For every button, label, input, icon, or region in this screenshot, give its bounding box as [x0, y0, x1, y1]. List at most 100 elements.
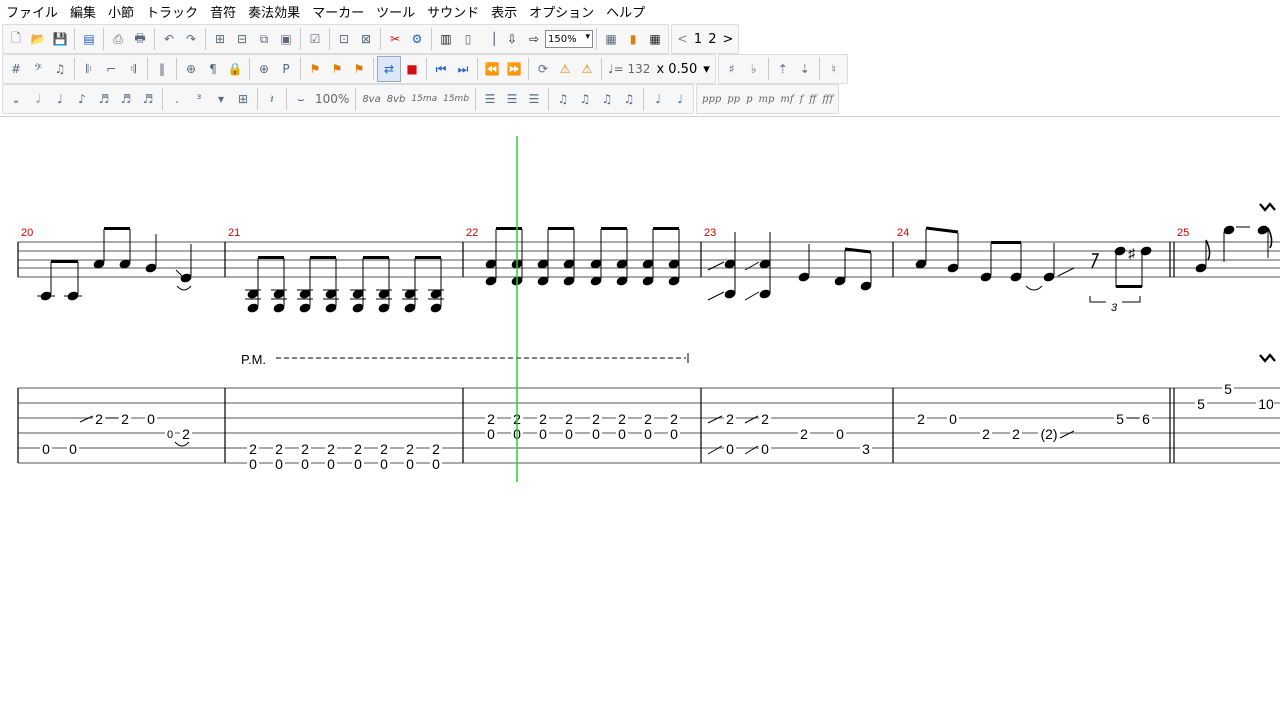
octave-up-icon[interactable]: ⇡ — [772, 57, 794, 81]
measure-25-notes[interactable] — [1195, 202, 1276, 363]
transpose-down-icon[interactable]: ♭ — [743, 57, 765, 81]
alternate-ending-icon[interactable]: ⌐ — [100, 57, 122, 81]
tab-note[interactable]: 2 — [406, 441, 414, 457]
repeat-loop-icon[interactable]: ⟳ — [532, 57, 554, 81]
paste-measure-icon[interactable]: ▣ — [275, 27, 297, 51]
menu-measure[interactable]: 小節 — [102, 2, 140, 21]
play-icon[interactable]: ⏭ — [452, 57, 474, 81]
tab-note[interactable]: 0 — [69, 441, 77, 457]
tab-view-icon[interactable]: ▦ — [600, 27, 622, 51]
new-file-icon[interactable]: 🗋 — [5, 27, 27, 51]
zoom-select[interactable]: 150% ▾ — [545, 30, 593, 48]
tab-note[interactable]: 5 — [1224, 381, 1232, 397]
tab-note[interactable]: 2 — [121, 411, 129, 427]
measure-20-notes[interactable] — [37, 227, 192, 301]
goto-start-icon[interactable]: ⏮ — [430, 57, 452, 81]
note-head[interactable] — [430, 303, 442, 313]
open-folder-icon[interactable]: 📂 — [27, 27, 49, 51]
page-view-icon[interactable]: ▥ — [435, 27, 457, 51]
menu-sound[interactable]: サウンド — [421, 2, 485, 21]
align-left-icon[interactable]: ☰ — [479, 87, 501, 111]
tab-note[interactable]: 2 — [539, 411, 547, 427]
dynamic-ff[interactable]: ff — [806, 94, 819, 105]
tab-note[interactable]: 0 — [432, 456, 440, 472]
key-signature-icon[interactable]: # — [5, 57, 27, 81]
measure-24-notes[interactable]: ♯ 3 — [915, 226, 1152, 314]
print-icon[interactable]: 🖶 — [129, 27, 151, 51]
tab-note[interactable]: 0 — [618, 426, 626, 442]
piano-keyboard-icon[interactable]: ▦ — [644, 27, 666, 51]
page-2-button[interactable]: 2 — [705, 32, 719, 47]
ottava-8va[interactable]: 8va — [359, 94, 383, 105]
insert-beat-icon[interactable]: ⊕ — [253, 57, 275, 81]
dynamic-fff[interactable]: fff — [819, 94, 836, 105]
note-head[interactable] — [299, 303, 311, 313]
tab-note[interactable]: 0 — [726, 441, 734, 457]
rest-icon[interactable]: 𝄽 — [261, 87, 283, 111]
tab-note[interactable]: 0 — [836, 426, 844, 442]
tab-measure-25[interactable]: 5 5 10 — [1195, 381, 1274, 412]
copy-measure-icon[interactable]: ⧉ — [253, 27, 275, 51]
tab-note[interactable]: 2 — [761, 411, 769, 427]
gear-icon[interactable]: ⚙ — [406, 27, 428, 51]
menu-help[interactable]: ヘルプ — [600, 2, 651, 21]
text-icon[interactable]: P — [275, 57, 297, 81]
dynamic-ppp[interactable]: ppp — [699, 94, 724, 105]
redo-icon[interactable]: ↷ — [180, 27, 202, 51]
clear-icon[interactable]: ⊠ — [355, 27, 377, 51]
beam-icon[interactable]: ♫ — [574, 87, 596, 111]
octave-down-icon[interactable]: ⇣ — [794, 57, 816, 81]
tab-note[interactable]: 2 — [95, 411, 103, 427]
tab-note[interactable]: 0 — [275, 456, 283, 472]
tab-note[interactable]: 0 — [539, 426, 547, 442]
eighth-note-icon[interactable]: ♪ — [71, 87, 93, 111]
score-svg[interactable]: 20 21 22 23 24 25 ♯ 3 P.M. 0 0 2 2 0 0 2… — [0, 117, 1280, 720]
tab-note[interactable]: 6 — [1142, 411, 1150, 427]
beam-break-icon[interactable]: ♫ — [596, 87, 618, 111]
tab-note[interactable]: 2 — [618, 411, 626, 427]
fast-forward-icon[interactable]: ⏩ — [503, 57, 525, 81]
lock-icon[interactable]: 🔒 — [224, 57, 246, 81]
tab-note[interactable]: 2 — [670, 411, 678, 427]
dynamic-f[interactable]: f — [797, 94, 807, 105]
tab-note[interactable]: 2 — [917, 411, 925, 427]
tab-note[interactable]: 2 — [726, 411, 734, 427]
measure-21-notes[interactable] — [245, 256, 444, 313]
transpose-up-icon[interactable]: ♯ — [721, 57, 743, 81]
tab-note[interactable]: 3 — [862, 441, 870, 457]
align-center-icon[interactable]: ☰ — [501, 87, 523, 111]
ottava-8vb[interactable]: 8vb — [384, 94, 409, 105]
screen-view-icon[interactable]: ▯ — [457, 27, 479, 51]
menu-note[interactable]: 音符 — [204, 2, 242, 21]
tab-note[interactable]: 0 — [354, 456, 362, 472]
speed-select[interactable]: x 0.50 — [653, 62, 700, 77]
enharmonic-icon[interactable]: ♮ — [823, 57, 845, 81]
metronome-icon[interactable]: ⚠ — [554, 57, 576, 81]
beam-group-icon[interactable]: ♫ — [618, 87, 640, 111]
menu-view[interactable]: 表示 — [485, 2, 523, 21]
menu-file[interactable]: ファイル — [0, 2, 64, 21]
menu-tools[interactable]: ツール — [370, 2, 421, 21]
tie-icon[interactable]: ⌣ — [290, 87, 312, 111]
add-measure-icon[interactable]: ⊟ — [231, 27, 253, 51]
tab-note[interactable]: 2 — [432, 441, 440, 457]
page-prev-button[interactable]: < — [674, 32, 691, 47]
dotted-icon[interactable]: . — [166, 87, 188, 111]
horizontal-view-icon[interactable]: ⇨ — [523, 27, 545, 51]
note-head[interactable] — [247, 303, 259, 313]
menu-options[interactable]: オプション — [523, 2, 600, 21]
save-icon[interactable]: 💾 — [49, 27, 71, 51]
tab-note[interactable]: 0 — [380, 456, 388, 472]
tab-note[interactable]: 2 — [982, 426, 990, 442]
page-1-button[interactable]: 1 — [691, 32, 705, 47]
arrange-icon[interactable]: ⊡ — [333, 27, 355, 51]
note-head[interactable] — [352, 303, 364, 313]
tab-note[interactable]: 2 — [380, 441, 388, 457]
section-icon[interactable]: ¶ — [202, 57, 224, 81]
tab-note[interactable]: 0 — [565, 426, 573, 442]
loop-icon[interactable]: ⇄ — [377, 56, 401, 82]
score-area[interactable]: 20 21 22 23 24 25 ♯ 3 P.M. 0 0 2 2 0 0 2… — [0, 117, 1280, 720]
tab-note[interactable]: 0 — [147, 411, 155, 427]
ottava-15mb[interactable]: 15mb — [440, 94, 472, 104]
chevron-down-icon[interactable]: ▾ — [210, 87, 232, 111]
